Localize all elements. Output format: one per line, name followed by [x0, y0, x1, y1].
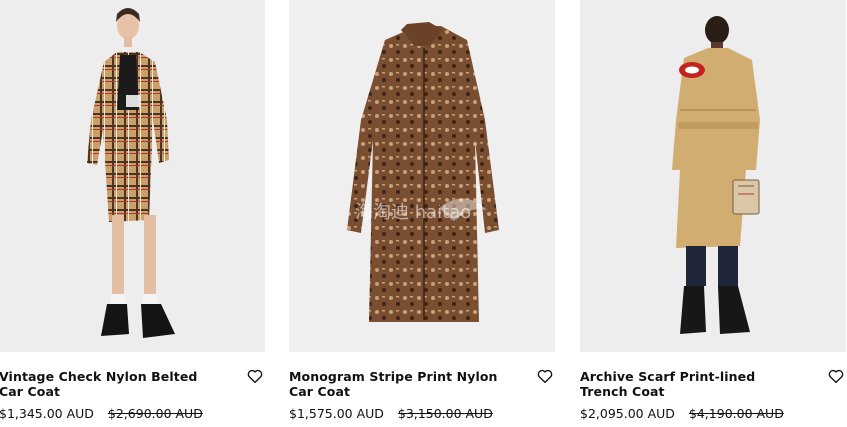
product-title[interactable]: Archive Scarf Print-lined Trench Coat — [580, 369, 805, 399]
sale-price: $1,575.00 AUD — [289, 406, 384, 421]
heart-icon[interactable] — [246, 367, 264, 385]
product-image[interactable] — [580, 0, 846, 352]
monogram-coat-flat: 海淘迪 haitao — [289, 0, 555, 352]
sale-price: $1,345.00 AUD — [0, 406, 94, 421]
sale-price: $2,095.00 AUD — [580, 406, 675, 421]
model-wearing-check-coat — [0, 0, 265, 352]
model-wearing-trench-back — [580, 0, 846, 352]
product-image[interactable]: 海淘迪 haitao — [289, 0, 555, 352]
original-price: $4,190.00 AUD — [688, 406, 784, 421]
price-block: $1,345.00 AUD $2,690.00 AUD — [0, 406, 203, 421]
heart-icon[interactable] — [536, 367, 554, 385]
product-card[interactable]: 海淘迪 haitao Monogram Stripe Print Nylon C… — [289, 0, 555, 427]
product-card[interactable]: Vintage Check Nylon Belted Car Coat $1,3… — [0, 0, 265, 427]
product-title[interactable]: Monogram Stripe Print Nylon Car Coat — [289, 369, 514, 399]
product-title[interactable]: Vintage Check Nylon Belted Car Coat — [0, 369, 224, 399]
price-block: $2,095.00 AUD $4,190.00 AUD — [580, 406, 784, 421]
product-image[interactable] — [0, 0, 265, 352]
price-block: $1,575.00 AUD $3,150.00 AUD — [289, 406, 493, 421]
original-price: $3,150.00 AUD — [397, 406, 493, 421]
product-card[interactable]: Archive Scarf Print-lined Trench Coat $2… — [580, 0, 846, 427]
original-price: $2,690.00 AUD — [107, 406, 203, 421]
heart-icon[interactable] — [827, 367, 845, 385]
